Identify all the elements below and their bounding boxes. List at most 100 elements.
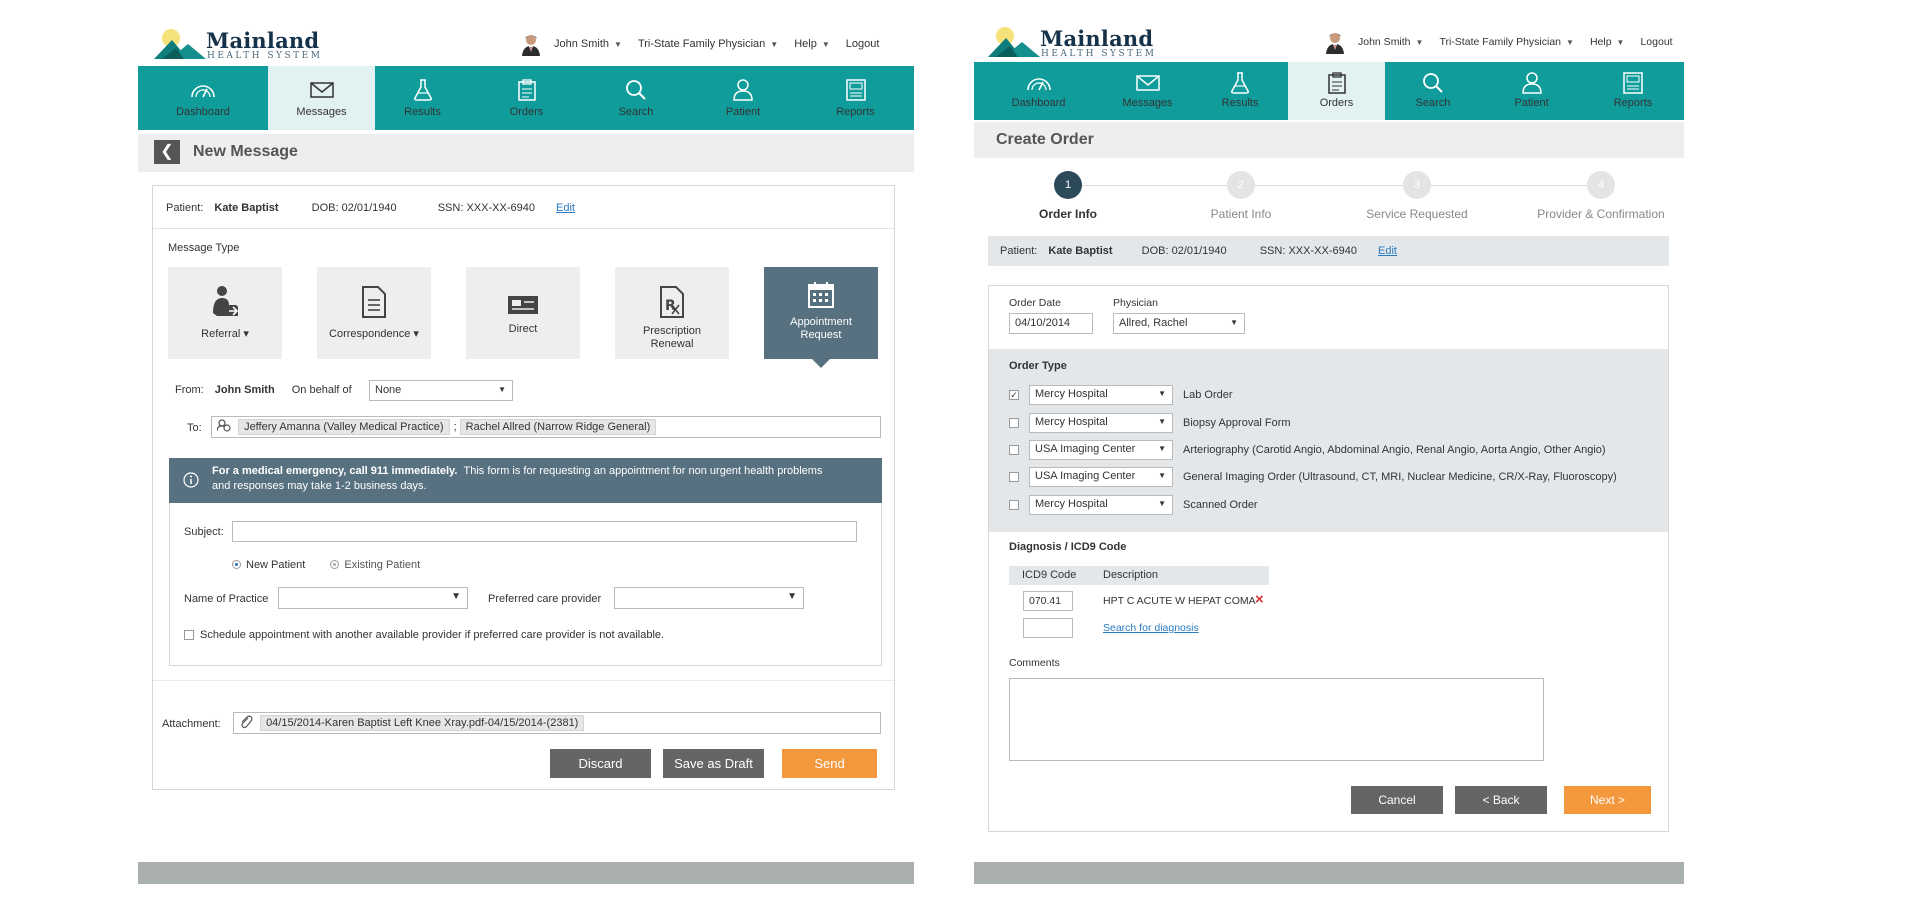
order-form: Order Date 04/10/2014 Physician Allred, … xyxy=(988,285,1669,832)
recipient-tag[interactable]: Jeffery Amanna (Valley Medical Practice) xyxy=(238,419,450,435)
user-menu[interactable]: John Smith ▼ xyxy=(1358,36,1423,48)
subject-input[interactable] xyxy=(232,521,857,542)
order-type-name: Scanned Order xyxy=(1183,499,1258,511)
avatar[interactable] xyxy=(1324,30,1346,54)
search-icon xyxy=(626,80,646,100)
facility-select[interactable]: Mercy Hospital ▼ xyxy=(1029,495,1173,515)
order-date-input[interactable]: 04/10/2014 xyxy=(1009,313,1093,334)
nav-results[interactable]: Results xyxy=(375,66,470,130)
radio-new-label: New Patient xyxy=(246,559,306,571)
discard-button[interactable]: Discard xyxy=(550,749,651,778)
radio-new-patient[interactable]: New Patient xyxy=(232,559,305,571)
role-menu[interactable]: Tri-State Family Physician ▼ xyxy=(1439,36,1573,48)
referral-label: Referral ▾ xyxy=(201,328,249,340)
edit-patient-link[interactable]: Edit xyxy=(1378,245,1397,257)
ssn-value: XXX-XX-6940 xyxy=(1288,245,1357,257)
mainland-logo[interactable]: Mainland HEALTH SYSTEM xyxy=(154,24,324,64)
practice-select[interactable]: ▼ xyxy=(278,587,468,609)
order-type-checkbox[interactable] xyxy=(1009,445,1019,455)
step-patient-info[interactable]: 2 Patient Info xyxy=(1161,171,1321,221)
back-button[interactable]: ❮ xyxy=(154,140,180,164)
chevron-down-icon: ▼ xyxy=(1415,38,1424,47)
alert-emphasis: For a medical emergency, call 911 immedi… xyxy=(212,465,458,477)
alert-text-line2: and responses may take 1-2 business days… xyxy=(212,480,427,492)
nav-dashboard[interactable]: Dashboard xyxy=(138,66,268,130)
search-diagnosis-link[interactable]: Search for diagnosis xyxy=(1103,622,1199,634)
logout-link[interactable]: Logout xyxy=(1640,36,1672,48)
to-recipients-field[interactable]: Jeffery Amanna (Valley Medical Practice)… xyxy=(211,416,881,438)
attachment-field[interactable]: 04/15/2014-Karen Baptist Left Knee Xray.… xyxy=(233,712,881,734)
attachment-tag[interactable]: 04/15/2014-Karen Baptist Left Knee Xray.… xyxy=(260,715,585,731)
role-menu[interactable]: Tri-State Family Physician ▼ xyxy=(638,38,778,50)
user-menu[interactable]: John Smith ▼ xyxy=(554,38,622,50)
direct-label: Direct xyxy=(508,323,538,335)
comments-textarea[interactable] xyxy=(1009,678,1544,761)
back-button[interactable]: < Back xyxy=(1455,786,1547,814)
from-row: From: John Smith On behalf of xyxy=(175,384,352,396)
nav-reports-label: Reports xyxy=(836,106,875,118)
help-menu[interactable]: Help ▼ xyxy=(794,38,830,50)
nav-messages[interactable]: Messages xyxy=(268,66,375,130)
title-bar: Create Order xyxy=(974,122,1684,158)
message-type-appointment-request[interactable]: Appointment Request xyxy=(764,267,878,368)
message-type-prescription-renewal[interactable]: R Prescription Renewal xyxy=(615,267,729,359)
nav-reports[interactable]: Reports xyxy=(797,66,914,130)
on-behalf-select[interactable]: None ▼ xyxy=(369,380,513,401)
appointment-label: Appointment xyxy=(790,316,852,328)
nav-search[interactable]: Search xyxy=(1385,62,1481,120)
clipboard-icon xyxy=(517,79,536,101)
radio-existing-patient[interactable]: Existing Patient xyxy=(330,559,420,571)
step-provider-confirmation[interactable]: 4 Provider & Confirmation xyxy=(1514,171,1688,221)
schedule-alt-checkbox[interactable] xyxy=(184,630,194,640)
facility-select[interactable]: USA Imaging Center ▼ xyxy=(1029,467,1173,487)
facility-value: Mercy Hospital xyxy=(1035,416,1108,428)
facility-select[interactable]: Mercy Hospital ▼ xyxy=(1029,385,1173,405)
patient-label: Patient: xyxy=(1000,245,1038,257)
nav-search[interactable]: Search xyxy=(583,66,689,130)
nav-dashboard[interactable]: Dashboard xyxy=(974,62,1103,120)
on-behalf-label: On behalf of xyxy=(291,384,352,396)
message-type-referral[interactable]: Referral ▾ xyxy=(168,267,282,359)
nav-results[interactable]: Results xyxy=(1192,62,1288,120)
provider-select[interactable]: ▼ xyxy=(614,587,804,609)
recipient-tag[interactable]: Rachel Allred (Narrow Ridge General) xyxy=(459,419,657,435)
main-nav: Dashboard Messages Results Orders Search… xyxy=(974,62,1684,120)
help-menu[interactable]: Help ▼ xyxy=(1590,36,1625,48)
facility-select[interactable]: Mercy Hospital ▼ xyxy=(1029,413,1173,433)
order-type-checkbox[interactable] xyxy=(1009,418,1019,428)
nav-messages[interactable]: Messages xyxy=(1103,62,1192,120)
message-type-correspondence[interactable]: Correspondence ▾ xyxy=(317,267,431,359)
save-draft-button[interactable]: Save as Draft xyxy=(663,749,764,778)
avatar[interactable] xyxy=(520,32,542,56)
logout-link[interactable]: Logout xyxy=(846,38,880,50)
nav-patient[interactable]: Patient xyxy=(689,66,797,130)
next-button[interactable]: Next > xyxy=(1564,786,1651,814)
edit-patient-link[interactable]: Edit xyxy=(556,202,575,214)
icd9-code-input[interactable]: 070.41 xyxy=(1023,591,1073,611)
patient-info: Patient: Kate Baptist DOB: 02/01/1940 SS… xyxy=(988,236,1669,266)
cancel-button[interactable]: Cancel xyxy=(1351,786,1443,814)
nav-patient[interactable]: Patient xyxy=(1481,62,1582,120)
step-number: 1 xyxy=(1054,171,1082,199)
patient-label: Patient: xyxy=(166,202,204,214)
nav-reports[interactable]: Reports xyxy=(1582,62,1684,120)
brand-name: Mainland xyxy=(1040,26,1154,51)
order-type-checkbox[interactable] xyxy=(1009,472,1019,482)
ssn-value: XXX-XX-6940 xyxy=(466,202,535,214)
caret-down-icon: ▼ xyxy=(787,591,797,602)
icd9-code-input-empty[interactable] xyxy=(1023,618,1073,638)
footer-bar xyxy=(974,862,1684,884)
mainland-logo[interactable]: Mainland HEALTH SYSTEM xyxy=(988,22,1158,62)
send-button[interactable]: Send xyxy=(782,749,877,778)
remove-diagnosis-icon[interactable]: × xyxy=(1255,591,1264,608)
report-icon xyxy=(1623,72,1643,94)
physician-select[interactable]: Allred, Rachel ▼ xyxy=(1113,313,1245,334)
step-order-info[interactable]: 1 Order Info xyxy=(988,171,1148,221)
order-type-checkbox[interactable]: ✓ xyxy=(1009,390,1019,400)
nav-orders[interactable]: Orders xyxy=(470,66,583,130)
message-type-direct[interactable]: Direct xyxy=(466,267,580,359)
facility-select[interactable]: USA Imaging Center ▼ xyxy=(1029,440,1173,460)
step-service-requested[interactable]: 3 Service Requested xyxy=(1337,171,1497,221)
nav-orders[interactable]: Orders xyxy=(1288,62,1385,120)
order-type-checkbox[interactable] xyxy=(1009,500,1019,510)
